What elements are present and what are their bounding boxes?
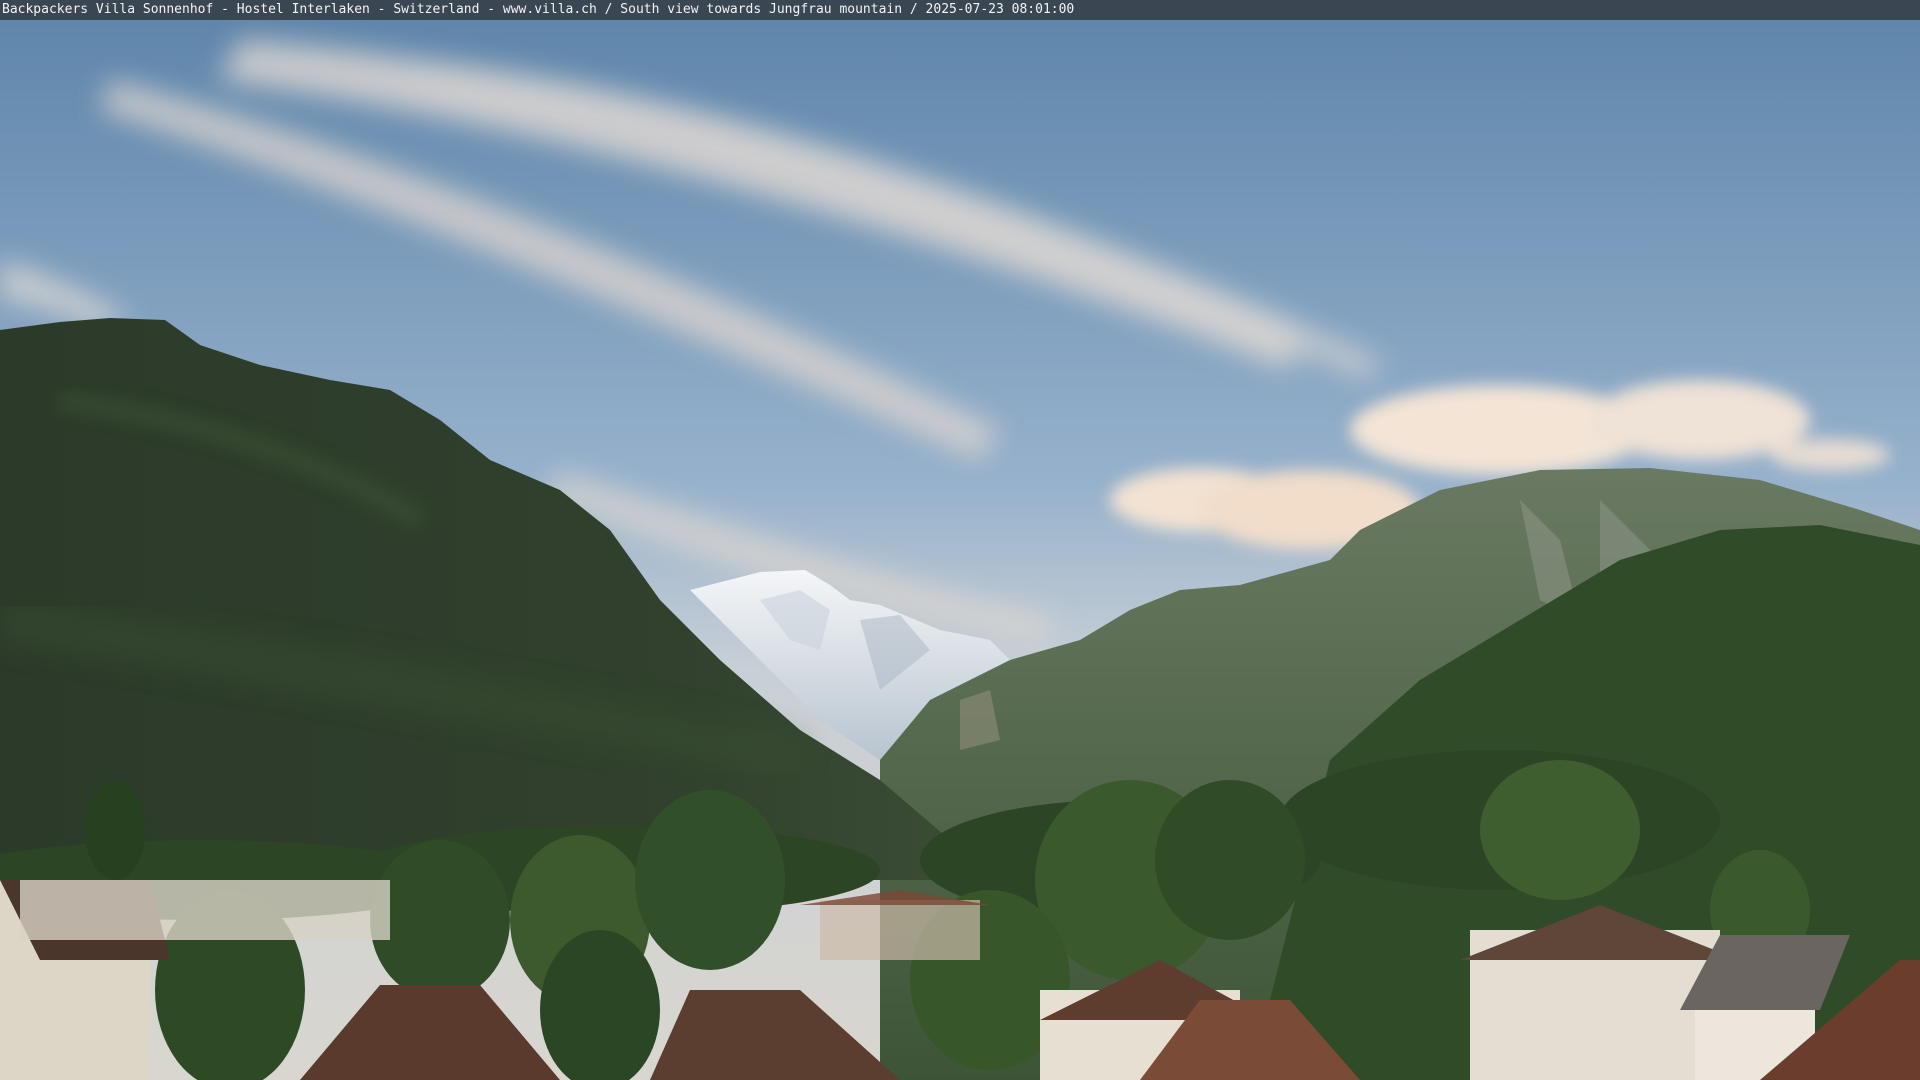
webcam-caption: Backpackers Villa Sonnenhof - Hostel Int… [0,0,1920,20]
webcam-view: Backpackers Villa Sonnenhof - Hostel Int… [0,0,1920,1080]
landscape-scene [0,0,1920,1080]
